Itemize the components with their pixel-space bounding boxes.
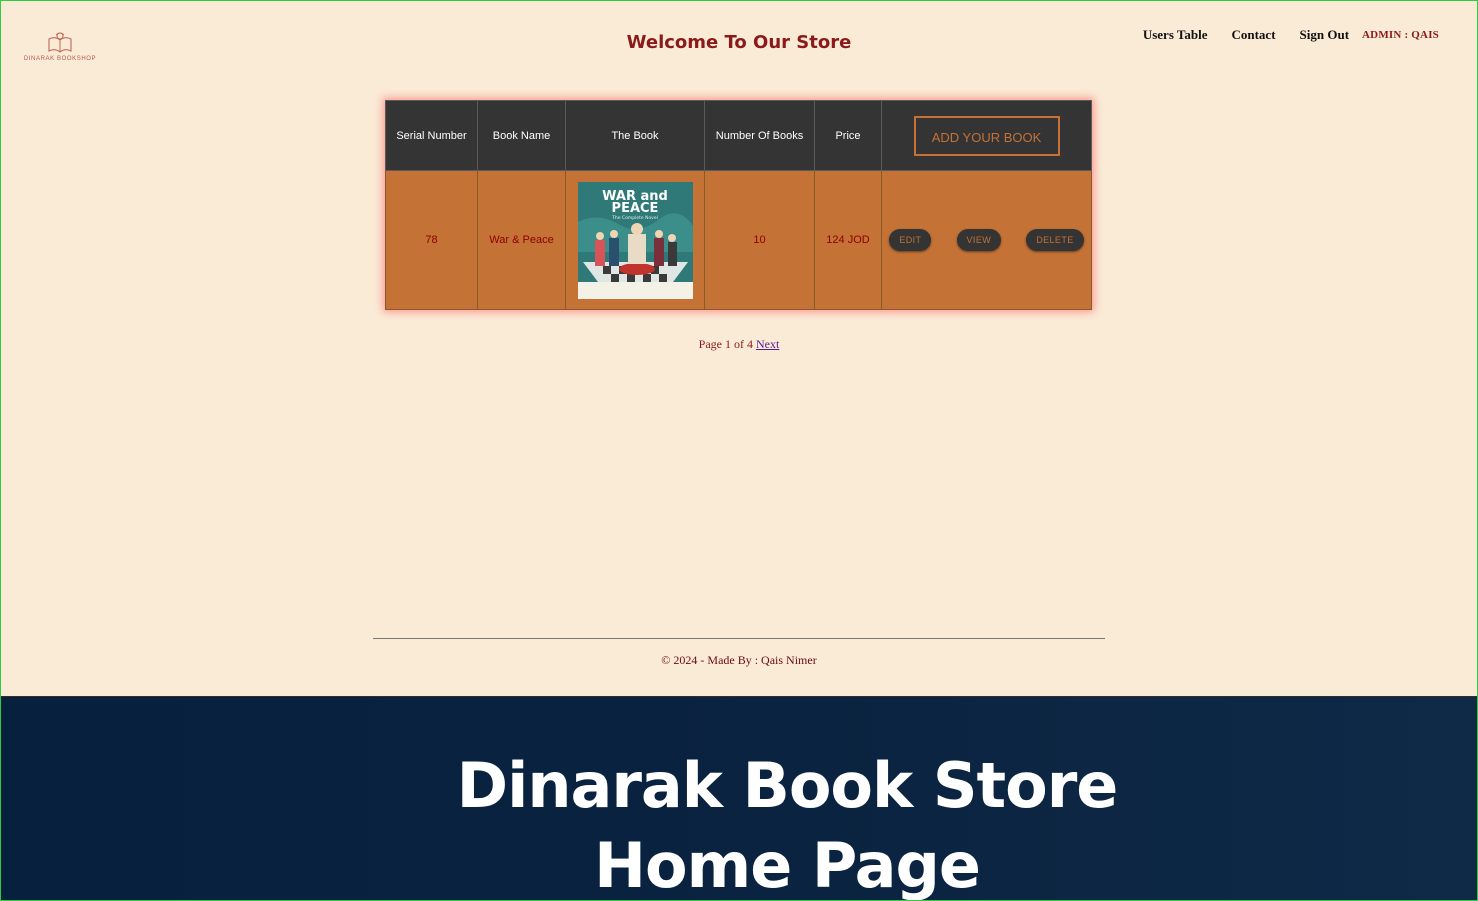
- cover-title-line2: PEACE: [611, 201, 658, 216]
- books-table: Serial Number Book Name The Book Number …: [385, 100, 1092, 310]
- column-header-price: Price: [814, 100, 882, 171]
- view-button[interactable]: VIEW: [956, 229, 1002, 251]
- add-book-button[interactable]: ADD YOUR BOOK: [913, 115, 1060, 156]
- cell-serial-number: 78: [385, 170, 478, 310]
- screenshot-frame: DINARAK BOOKSHOP Welcome To Our Store Us…: [0, 0, 1478, 901]
- nav-users-table-link[interactable]: Users Table: [1143, 27, 1208, 43]
- column-header-actions: ADD YOUR BOOK: [881, 100, 1092, 171]
- cover-subtitle: The Complete Novel: [611, 215, 658, 221]
- cell-book-cover: WAR and PEACE The Complete Novel: [565, 170, 705, 310]
- column-header-number-of-books: Number Of Books: [704, 100, 815, 171]
- title-banner: Dinarak Book Store Home Page: [1, 696, 1477, 901]
- cell-number-of-books: 10: [704, 170, 815, 310]
- book-cover-image: WAR and PEACE The Complete Novel: [577, 181, 693, 299]
- edit-button[interactable]: EDIT: [889, 229, 932, 251]
- banner-title-line1: Dinarak Book Store: [456, 749, 1119, 822]
- pagination-status: Page 1 of 4: [698, 337, 753, 351]
- logo-text: DINARAK BOOKSHOP: [23, 56, 97, 62]
- banner-title-line2: Home Page: [594, 829, 981, 901]
- cell-book-name: War & Peace: [477, 170, 566, 310]
- delete-button[interactable]: DELETE: [1026, 229, 1084, 251]
- table-row: 78 War & Peace WAR and PEACE The Complet…: [385, 170, 1092, 310]
- column-header-the-book: The Book: [565, 100, 705, 171]
- pagination: Page 1 of 4 Next: [1, 337, 1477, 352]
- admin-badge: ADMIN : QAIS: [1362, 29, 1439, 41]
- top-nav: Users Table Contact Sign Out ADMIN : QAI…: [1119, 27, 1439, 43]
- nav-sign-out-link[interactable]: Sign Out: [1300, 27, 1350, 43]
- footer-divider: [373, 638, 1105, 639]
- table-header-row: Serial Number Book Name The Book Number …: [385, 100, 1092, 171]
- column-header-book-name: Book Name: [477, 100, 566, 171]
- column-header-serial-number: Serial Number: [385, 100, 478, 171]
- next-page-link[interactable]: Next: [756, 337, 779, 351]
- nav-contact-link[interactable]: Contact: [1231, 27, 1275, 43]
- cell-actions: EDIT VIEW DELETE: [881, 170, 1092, 310]
- footer-copyright: © 2024 - Made By : Qais Nimer: [661, 653, 817, 667]
- cell-price: 124 JOD: [814, 170, 882, 310]
